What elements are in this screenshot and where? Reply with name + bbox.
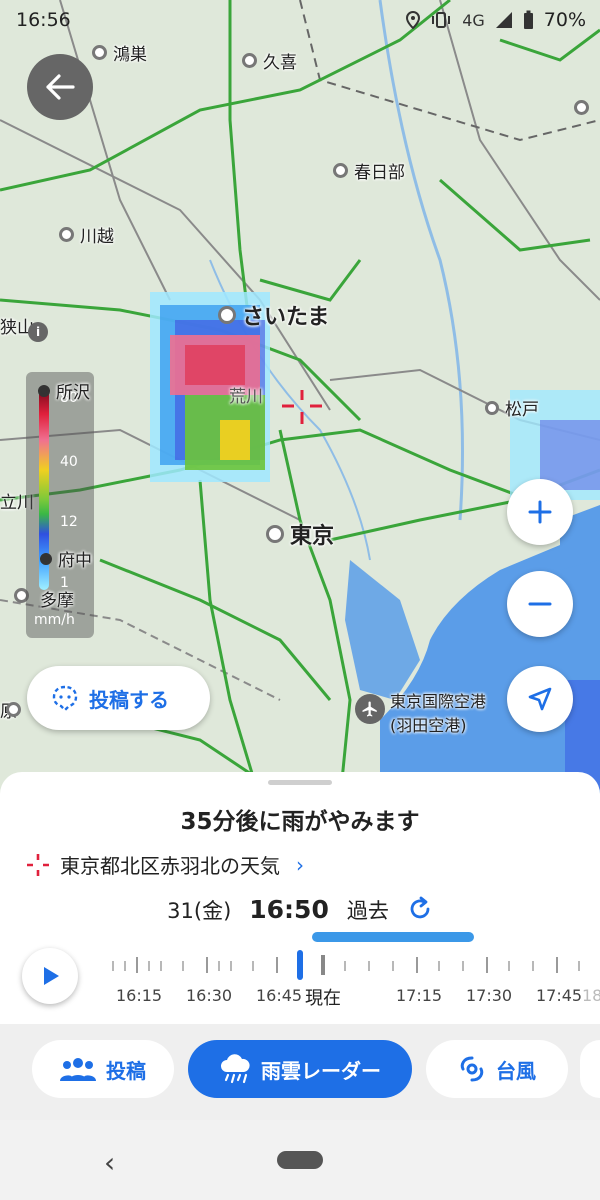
- post-report-button[interactable]: 投稿する: [27, 666, 210, 730]
- tab-typhoon[interactable]: 台風: [426, 1040, 568, 1098]
- refresh-icon: [410, 896, 430, 919]
- back-arrow-icon: [46, 74, 75, 100]
- post-button-label: 投稿する: [89, 687, 169, 712]
- current-location-button[interactable]: [507, 666, 573, 732]
- airport-icon: [355, 694, 385, 724]
- tl-label-1645: 16:45: [256, 986, 303, 1005]
- plus-icon: [528, 500, 552, 524]
- system-home-pill[interactable]: [277, 1151, 323, 1169]
- vibrate-icon: [432, 12, 451, 28]
- tl-label-1715: 17:15: [396, 986, 443, 1005]
- signal-icon: [495, 12, 512, 28]
- refresh-button[interactable]: [407, 896, 433, 926]
- zoom-in-button[interactable]: [507, 479, 573, 545]
- sheet-drag-handle[interactable]: [268, 780, 332, 785]
- crosshair-small-icon: [27, 853, 49, 876]
- status-bar: 16:56 4G 70%: [0, 0, 600, 40]
- legend-value-12: 12: [60, 514, 78, 530]
- city-tokorozawa: 所沢: [38, 378, 90, 403]
- tab-more[interactable]: [580, 1040, 600, 1098]
- tab-post-label: 投稿: [106, 1058, 146, 1083]
- zoom-out-button[interactable]: [507, 571, 573, 637]
- now-marker: [321, 955, 325, 975]
- city-right-dot: [574, 100, 589, 115]
- airport-label: 東京国際空港 (羽田空港): [390, 692, 487, 735]
- people-icon: [60, 1058, 96, 1081]
- time-label: 16:50: [249, 895, 329, 924]
- rain-stop-headline: 35分後に雨がやみます: [180, 809, 420, 835]
- city-tama-dot: [0, 588, 29, 603]
- battery-level: 70%: [543, 9, 586, 31]
- battery-icon: [523, 10, 533, 29]
- tab-radar[interactable]: 雨雲レーダー: [188, 1040, 412, 1098]
- typhoon-icon: [460, 1056, 484, 1082]
- city-matsudo: 松戸: [485, 395, 539, 420]
- system-back-icon[interactable]: ‹: [104, 1146, 115, 1179]
- back-button[interactable]: [27, 54, 93, 120]
- city-kuki: 久喜: [242, 48, 297, 73]
- city-kasukabe: 春日部: [333, 158, 405, 183]
- network-label: 4G: [462, 10, 485, 30]
- forecast-sheet: 35分後に雨がやみます 東京都北区赤羽北の天気 › 31(金) 16:50 過去…: [0, 772, 600, 1024]
- info-icon: i: [28, 322, 48, 342]
- tl-label-1630: 16:30: [186, 986, 233, 1005]
- tl-label-1615: 16:15: [116, 986, 163, 1005]
- date-label: 31(金): [167, 899, 232, 923]
- timeline-cursor[interactable]: [297, 950, 303, 980]
- tl-label-1745: 17:45: [536, 986, 583, 1005]
- city-fuchu: 府中: [40, 546, 92, 571]
- tab-post[interactable]: 投稿: [32, 1040, 174, 1098]
- crosshair-icon: [282, 390, 322, 424]
- tl-label-1730: 17:30: [466, 986, 513, 1005]
- city-saitama: さいたま: [218, 299, 329, 331]
- location-weather-link[interactable]: 東京都北区赤羽北の天気 ›: [26, 850, 304, 879]
- location-status-icon: [406, 11, 421, 29]
- tab-typhoon-label: 台風: [496, 1058, 536, 1083]
- city-tokyo: 東京: [266, 518, 334, 550]
- city-dot: [0, 702, 21, 717]
- legend-unit: mm/h: [34, 612, 75, 628]
- city-kawagoe: 川越: [59, 222, 114, 247]
- past-range-bar: [312, 932, 474, 942]
- rain-cloud-icon: [221, 1054, 250, 1084]
- label-arakawa: 荒川: [229, 387, 263, 407]
- tl-label-now: 現在: [305, 988, 341, 1009]
- location-weather-text: 東京都北区赤羽北の天気: [60, 854, 280, 878]
- legend-value-40: 40: [60, 454, 78, 470]
- tl-label-18: 18: [582, 986, 600, 1005]
- status-time: 16:56: [16, 9, 71, 31]
- system-navigation: ‹: [0, 1120, 600, 1200]
- location-arrow-icon: [528, 687, 552, 711]
- minus-icon: [528, 602, 552, 606]
- post-chat-icon: [52, 685, 78, 712]
- chevron-right-icon: ›: [296, 852, 304, 877]
- city-konosu: 鴻巣: [92, 40, 147, 65]
- time-display: 31(金) 16:50 過去: [0, 892, 600, 925]
- tab-radar-label: 雨雲レーダー: [261, 1058, 381, 1083]
- city-tama: 多摩: [40, 591, 74, 611]
- time-kind-label: 過去: [346, 899, 389, 923]
- feature-tabs: 投稿 雨雲レーダー 台風: [0, 1024, 600, 1120]
